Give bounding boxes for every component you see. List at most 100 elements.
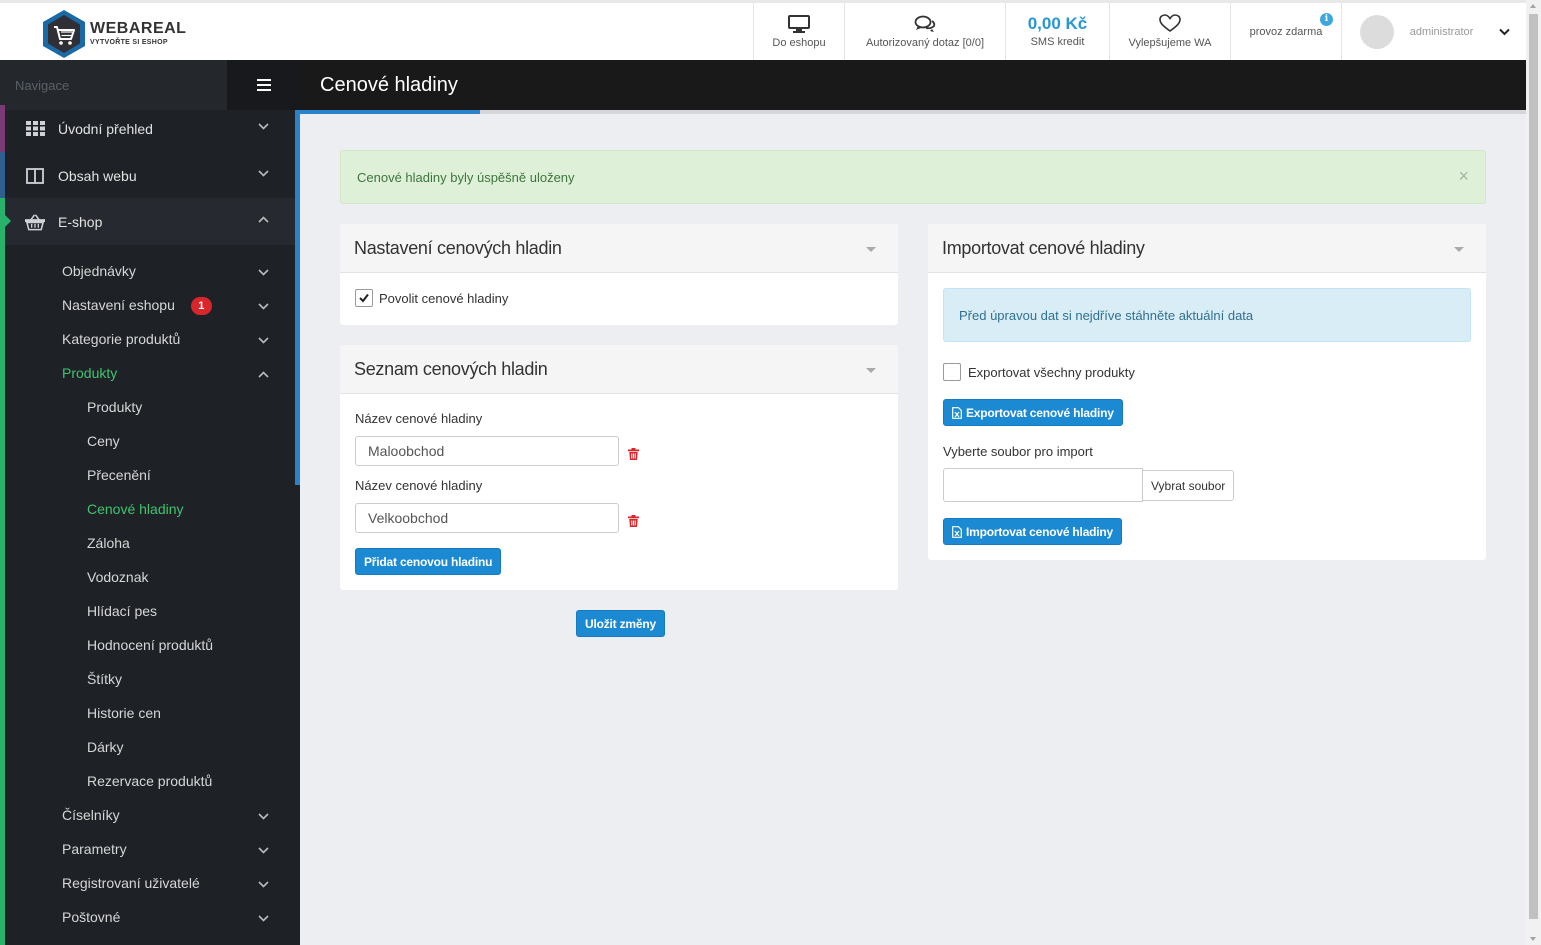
sidebar-item-label: Číselníky <box>62 807 120 823</box>
sidebar-subitem-backup[interactable]: Záloha <box>87 535 130 555</box>
sidebar-item-label: Nastavení eshopu <box>62 297 175 313</box>
sidebar-item-overview[interactable]: Úvodní přehled <box>0 105 295 152</box>
import-price-levels-label: Importovat cenové hladiny <box>966 524 1114 539</box>
sidebar-item-codebooks[interactable]: Číselníky <box>62 807 120 827</box>
chevron-up-icon[interactable] <box>258 371 269 378</box>
webareal-logo[interactable]: WEBAREAL VYTVOŘTE SI ESHOP <box>40 8 186 58</box>
file-excel-icon <box>952 406 962 419</box>
import-panel-title: Importovat cenové hladiny <box>942 238 1145 258</box>
user-menu[interactable]: administrator <box>1341 3 1526 60</box>
chevron-down-icon[interactable] <box>258 303 269 310</box>
sidebar-item-products[interactable]: Produkty <box>62 365 117 385</box>
sms-credit-button[interactable]: 0,00 Kč SMS kredit <box>1005 3 1109 60</box>
sidebar-item-parameters[interactable]: Parametry <box>62 841 127 861</box>
chat-bubbles-icon <box>914 15 936 32</box>
sidebar-item-orders[interactable]: Objednávky <box>62 263 136 283</box>
info-icon[interactable]: i <box>1320 13 1333 26</box>
sidebar-subitem-products[interactable]: Produkty <box>87 399 142 419</box>
sidebar-item-eshop-settings[interactable]: Nastavení eshopu 1 <box>62 297 212 317</box>
enable-price-levels-checkbox[interactable] <box>355 289 373 307</box>
eshop-submenu-stripe-end <box>0 885 5 945</box>
save-changes-button[interactable]: Uložit změny <box>576 610 665 637</box>
sidebar-subitem-price-history[interactable]: Historie cen <box>87 705 161 725</box>
settings-panel-header[interactable]: Nastavení cenových hladin <box>340 224 898 273</box>
sidebar-subitem-labels[interactable]: Štítky <box>87 671 122 691</box>
chevron-down-icon[interactable] <box>258 269 269 276</box>
authorized-query-button[interactable]: Autorizovaný dotaz [0/0] <box>844 3 1005 60</box>
monitor-icon <box>788 14 810 33</box>
notification-badge: 1 <box>190 297 212 315</box>
chevron-down-icon[interactable] <box>258 337 269 344</box>
trash-icon[interactable] <box>628 515 639 527</box>
sidebar-item-label: Dárky <box>87 739 124 755</box>
chevron-down-icon <box>258 170 269 177</box>
menu-toggle-button[interactable] <box>227 60 300 110</box>
sidebar-item-label: Obsah webu <box>58 167 137 184</box>
chevron-down-icon[interactable] <box>258 881 269 888</box>
logo-tagline: VYTVOŘTE SI ESHOP <box>90 38 168 46</box>
grid-icon <box>25 119 45 139</box>
sidebar-subitem-repricing[interactable]: Přecenění <box>87 467 151 487</box>
sidebar-item-eshop[interactable]: E-shop <box>0 198 295 245</box>
caret-down-icon[interactable] <box>866 247 876 252</box>
checkmark-icon <box>359 293 369 303</box>
page-title-underline <box>300 110 1526 114</box>
improve-wa-button[interactable]: Vylepšujeme WA <box>1109 3 1230 60</box>
sidebar-item-registered-users[interactable]: Registrovaní uživatelé <box>62 875 200 895</box>
sidebar-item-label: Hlídací pes <box>87 603 158 619</box>
page-title: Cenové hladiny <box>300 60 1526 110</box>
price-level-name-input[interactable] <box>355 436 619 466</box>
chevron-down-icon[interactable] <box>258 813 269 820</box>
page-scrollbar[interactable] <box>1526 0 1541 945</box>
sidebar-subitem-gifts[interactable]: Dárky <box>87 739 124 759</box>
sidebar-item-label: Štítky <box>87 671 123 687</box>
sidebar-item-label: Registrovaní uživatelé <box>62 875 200 891</box>
choose-file-button[interactable]: Vybrat soubor <box>1142 470 1235 501</box>
sidebar-subitem-product-reservations[interactable]: Rezervace produktů <box>87 773 212 793</box>
sidebar-subitem-watchdog[interactable]: Hlídací pes <box>87 603 157 623</box>
sidebar-item-shipping[interactable]: Poštovné <box>62 909 120 929</box>
columns-icon <box>25 166 45 186</box>
navigation-label: Navigace <box>0 60 227 110</box>
sidebar-subitem-watermark[interactable]: Vodoznak <box>87 569 149 589</box>
price-level-name-label: Název cenové hladiny <box>355 478 483 493</box>
list-panel-header[interactable]: Seznam cenových hladin <box>340 345 898 394</box>
close-icon[interactable]: × <box>1458 167 1469 185</box>
sidebar-subitem-price-levels[interactable]: Cenové hladiny <box>87 501 184 521</box>
go-to-eshop-button[interactable]: Do eshopu <box>753 3 844 60</box>
scroll-up-icon[interactable] <box>1530 4 1536 8</box>
export-price-levels-label: Exportovat cenové hladiny <box>966 405 1114 420</box>
sidebar-item-web-content[interactable]: Obsah webu <box>0 152 295 199</box>
sidebar-item-label: Parametry <box>62 841 127 857</box>
export-all-products-checkbox[interactable] <box>943 363 961 381</box>
import-file-input[interactable] <box>943 468 1143 502</box>
sidebar-item-label: Rezervace produktů <box>87 773 213 789</box>
sidebar-item-label: Ceny <box>87 433 120 449</box>
export-price-levels-button[interactable]: Exportovat cenové hladiny <box>943 399 1123 426</box>
price-level-name-input[interactable] <box>355 503 619 533</box>
import-panel-header[interactable]: Importovat cenové hladiny <box>928 224 1486 273</box>
caret-down-icon[interactable] <box>1454 247 1464 252</box>
basket-icon <box>25 212 45 232</box>
chevron-down-icon[interactable] <box>1499 28 1510 36</box>
free-mode-button[interactable]: i provoz zdarma <box>1230 3 1341 60</box>
chevron-down-icon[interactable] <box>258 847 269 854</box>
chevron-down-icon[interactable] <box>258 915 269 922</box>
eshop-submenu-stripe <box>0 245 5 885</box>
caret-down-icon[interactable] <box>866 368 876 373</box>
scrollbar-thumb[interactable] <box>1529 14 1538 919</box>
sidebar-subitem-product-reviews[interactable]: Hodnocení produktů <box>87 637 213 657</box>
sidebar: Navigace Úvodní přehled Obsah webu E-sho… <box>0 60 300 945</box>
sidebar-item-label: Produkty <box>87 399 143 415</box>
add-price-level-button[interactable]: Přidat cenovou hladinu <box>355 548 502 575</box>
sidebar-subitem-prices[interactable]: Ceny <box>87 433 120 453</box>
trash-icon[interactable] <box>628 448 639 460</box>
sidebar-item-label: Cenové hladiny <box>87 501 184 517</box>
import-price-levels-button[interactable]: Importovat cenové hladiny <box>943 518 1123 545</box>
sidebar-item-label: Produkty <box>62 365 118 381</box>
overview-accent-bar <box>0 105 5 152</box>
sidebar-item-product-categories[interactable]: Kategorie produktů <box>62 331 180 351</box>
logo-name: WEBAREAL <box>90 19 187 37</box>
scroll-down-icon[interactable] <box>1530 937 1536 941</box>
sidebar-item-label: Hodnocení produktů <box>87 637 214 653</box>
